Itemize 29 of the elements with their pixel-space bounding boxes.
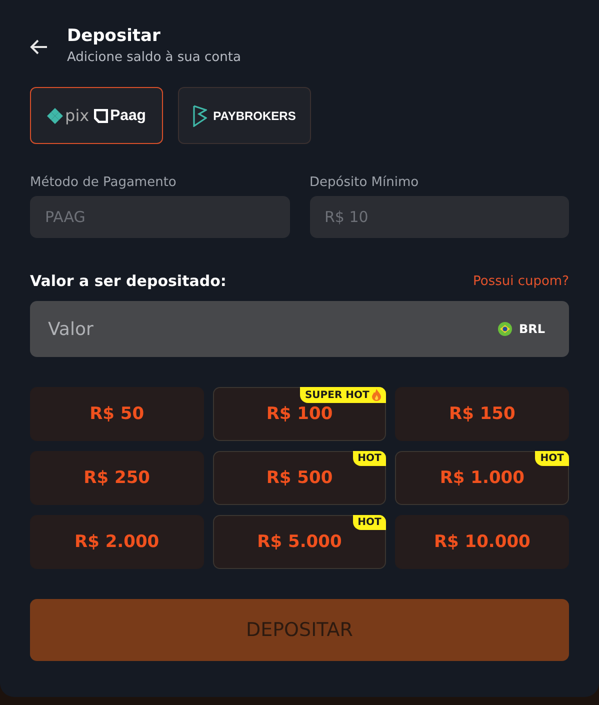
readonly-field: PAAG bbox=[30, 196, 290, 238]
coupon-link[interactable]: Possui cupom? bbox=[472, 274, 569, 288]
currency-code: BRL bbox=[518, 322, 545, 336]
field-label: Depósito Mínimo bbox=[310, 175, 420, 190]
hot-badge: HOT bbox=[352, 515, 386, 530]
hot-badge: SUPER HOT bbox=[300, 387, 386, 403]
amount-label: Valor a ser depositado: bbox=[30, 272, 226, 290]
amount-preset-button[interactable]: HOT R$ 1.000 bbox=[395, 451, 569, 505]
back-arrow-icon[interactable] bbox=[30, 38, 48, 54]
diamond-logo-icon bbox=[47, 108, 64, 124]
amount-preset-button[interactable]: SUPER HOT R$ 100 bbox=[212, 387, 386, 441]
amount-preset-button[interactable]: R$ 150 bbox=[395, 387, 569, 441]
amount-preset-button[interactable]: R$ 50 bbox=[30, 387, 204, 441]
payment-provider-button[interactable]: PAYBROKERS bbox=[178, 87, 311, 144]
amount-preset-button[interactable]: R$ 10.000 bbox=[395, 515, 569, 569]
amount-preset-button[interactable]: HOT R$ 5.000 bbox=[212, 515, 386, 569]
amount-preset-button[interactable]: R$ 250 bbox=[30, 451, 204, 505]
readonly-field: R$ 10 bbox=[310, 196, 569, 238]
payment-provider-button[interactable]: pix Paag bbox=[30, 87, 163, 144]
amount-preset-button[interactable]: HOT R$ 500 bbox=[212, 451, 386, 505]
square-logo-icon bbox=[94, 108, 108, 122]
hot-badge: HOT bbox=[535, 451, 569, 466]
page-title: Depositar bbox=[67, 26, 162, 46]
letter-b-logo-icon bbox=[193, 104, 208, 126]
field-label: Método de Pagamento bbox=[30, 175, 178, 190]
page-subtitle: Adicione saldo à sua conta bbox=[67, 50, 241, 65]
hot-badge: HOT bbox=[352, 451, 386, 466]
amount-preset-button[interactable]: R$ 2.000 bbox=[30, 515, 204, 569]
flag-icon bbox=[498, 322, 512, 336]
